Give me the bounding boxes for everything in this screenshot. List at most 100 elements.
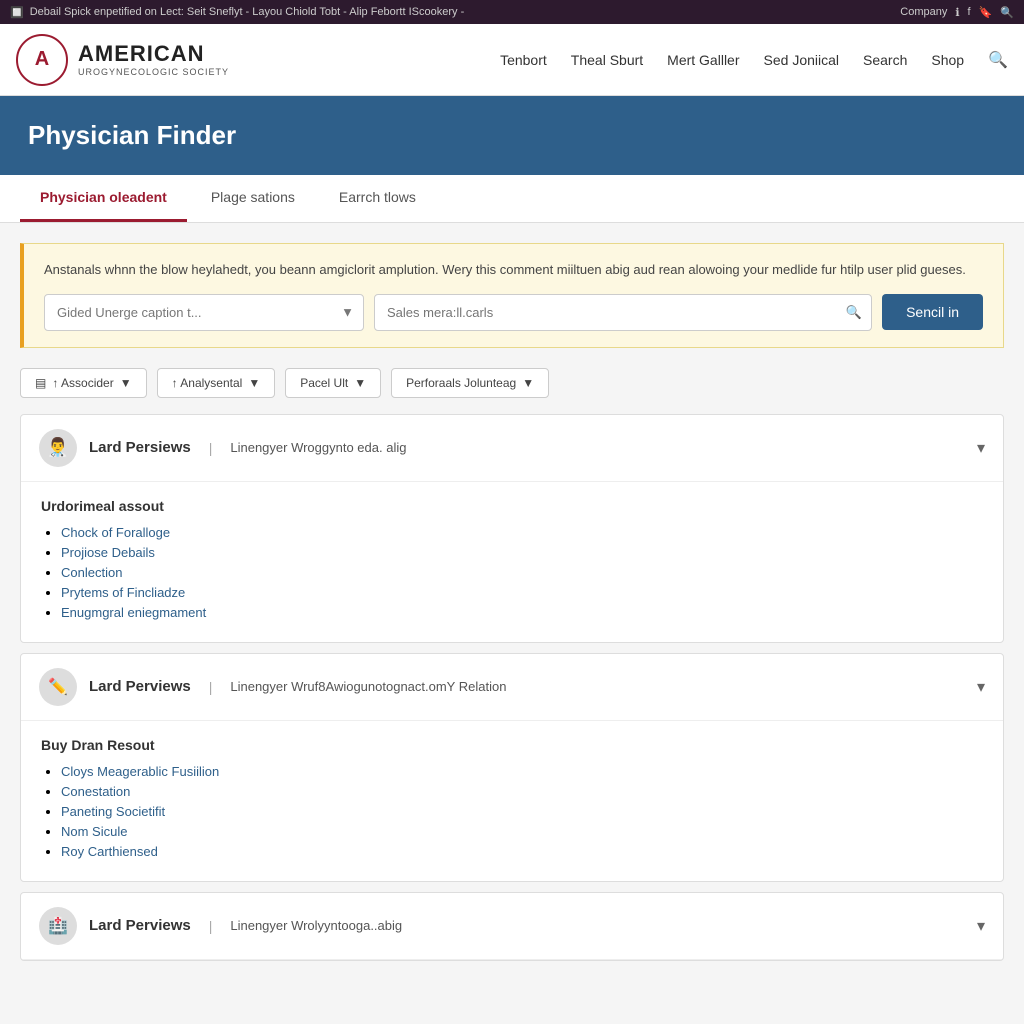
browser-bar-text: Debail Spick enpetified on Lect: Seit Sn… (30, 6, 465, 18)
card-body-0: Urdorimeal assout Chock of Foralloge Pro… (21, 482, 1003, 642)
doctor-avatar-1: ✏️ (39, 668, 77, 706)
main-content: Anstanals whnn the blow heylahedt, you b… (0, 223, 1024, 991)
filter-analysental-arrow: ▼ (248, 376, 260, 390)
company-label: Company (900, 6, 947, 18)
filter-perforaals[interactable]: Perforaals Jolunteag ▼ (391, 368, 549, 398)
logo-text: AMERICAN UROGYNECOLOGIC SOCIETY (78, 41, 229, 78)
card-list-0: Chock of Foralloge Projiose Debails Conl… (41, 524, 983, 620)
card-header-left-1: ✏️ Lard Perviews | Linengyer Wruf8Awiogu… (39, 668, 506, 706)
doctor-avatar-2: 🏥 (39, 907, 77, 945)
nav-link-sed[interactable]: Sed Joniical (764, 52, 840, 68)
filter-associder-label: ↑ Associder (52, 376, 113, 390)
list-item: Prytems of Fincliadze (61, 584, 983, 600)
specialty-select[interactable]: Gided Unerge caption t... (44, 294, 364, 331)
list-link[interactable]: Conestation (61, 784, 130, 799)
filter-pacel-label: Pacel Ult (300, 376, 348, 390)
nav-link-search[interactable]: Search (863, 52, 907, 68)
card-header-left-0: 👨‍⚕️ Lard Persiews | Linengyer Wroggynto… (39, 429, 406, 467)
list-link[interactable]: Conlection (61, 565, 122, 580)
tabs-bar: Physician oleadent Plage sations Earrch … (0, 175, 1024, 223)
nav-links: Tenbort Theal Sburt Mert Galller Sed Jon… (500, 50, 1008, 70)
search-row: Gided Unerge caption t... ▼ 🔍 Sencil in (44, 294, 983, 331)
chevron-down-icon-2: ▾ (977, 916, 985, 936)
logo-letter: A (35, 48, 49, 71)
list-item: Paneting Societifit (61, 803, 983, 819)
nav-link-mert[interactable]: Mert Galller (667, 52, 739, 68)
browser-bar-left: 🔲 Debail Spick enpetified on Lect: Seit … (10, 6, 464, 19)
logo-main: AMERICAN (78, 41, 229, 67)
bookmark-icon[interactable]: 🔖 (979, 6, 993, 19)
card-body-1: Buy Dran Resout Cloys Meagerablic Fusiil… (21, 721, 1003, 881)
list-link[interactable]: Cloys Meagerablic Fusiilion (61, 764, 219, 779)
search-button[interactable]: Sencil in (882, 294, 983, 330)
list-item: Roy Carthiensed (61, 843, 983, 859)
filter-perforaals-label: Perforaals Jolunteag (406, 376, 516, 390)
info-icon[interactable]: ℹ (955, 6, 959, 19)
nav-link-tenbort[interactable]: Tenbort (500, 52, 547, 68)
tab-physician[interactable]: Physician oleadent (20, 175, 187, 222)
info-box: Anstanals whnn the blow heylahedt, you b… (20, 243, 1004, 348)
logo-sub: UROGYNECOLOGIC SOCIETY (78, 67, 229, 78)
filter-perforaals-arrow: ▼ (522, 376, 534, 390)
doc-location-0: Linengyer Wroggynto eda. alig (230, 440, 406, 455)
location-icon: 🔍 (846, 302, 862, 322)
results-list: 👨‍⚕️ Lard Persiews | Linengyer Wroggynto… (20, 414, 1004, 971)
list-link[interactable]: Paneting Societifit (61, 804, 165, 819)
list-link[interactable]: Roy Carthiensed (61, 844, 158, 859)
page-title: Physician Finder (28, 120, 996, 151)
nav-link-shop[interactable]: Shop (931, 52, 964, 68)
location-input[interactable] (374, 294, 872, 331)
list-link[interactable]: Nom Sicule (61, 824, 127, 839)
page-header: Physician Finder (0, 96, 1024, 175)
browser-search-icon[interactable]: 🔍 (1000, 6, 1014, 19)
list-item: Chock of Foralloge (61, 524, 983, 540)
list-item: Conestation (61, 783, 983, 799)
filter-analysental-label: ↑ Analysental (172, 376, 243, 390)
list-link[interactable]: Projiose Debails (61, 545, 155, 560)
tab-earrch[interactable]: Earrch tlows (319, 175, 436, 222)
filter-associder[interactable]: ▤ ↑ Associder ▼ (20, 368, 147, 398)
filter-associder-arrow: ▼ (120, 376, 132, 390)
filter-pacel-arrow: ▼ (354, 376, 366, 390)
filter-associder-icon: ▤ (35, 376, 46, 390)
doc-separator-2: | (209, 918, 213, 934)
search-select-wrap: Gided Unerge caption t... ▼ (44, 294, 364, 331)
list-item: Cloys Meagerablic Fusiilion (61, 763, 983, 779)
list-link[interactable]: Chock of Foralloge (61, 525, 170, 540)
card-section-title-0: Urdorimeal assout (41, 498, 983, 514)
physician-card-2: 🏥 Lard Perviews | Linengyer Wrolyyntooga… (20, 892, 1004, 961)
doc-separator-1: | (209, 679, 213, 695)
list-item: Nom Sicule (61, 823, 983, 839)
card-header-0[interactable]: 👨‍⚕️ Lard Persiews | Linengyer Wroggynto… (21, 415, 1003, 482)
chevron-down-icon-0: ▾ (977, 438, 985, 458)
card-header-left-2: 🏥 Lard Perviews | Linengyer Wrolyyntooga… (39, 907, 402, 945)
facebook-icon[interactable]: f (968, 6, 971, 18)
card-header-2[interactable]: 🏥 Lard Perviews | Linengyer Wrolyyntooga… (21, 893, 1003, 960)
info-box-text: Anstanals whnn the blow heylahedt, you b… (44, 262, 966, 277)
list-link[interactable]: Prytems of Fincliadze (61, 585, 185, 600)
doc-location-2: Linengyer Wrolyyntooga..abig (230, 918, 402, 933)
list-link[interactable]: Enugmgral eniegmament (61, 605, 206, 620)
list-item: Conlection (61, 564, 983, 580)
physician-card-0: 👨‍⚕️ Lard Persiews | Linengyer Wroggynto… (20, 414, 1004, 643)
card-header-1[interactable]: ✏️ Lard Perviews | Linengyer Wruf8Awiogu… (21, 654, 1003, 721)
doctor-avatar-0: 👨‍⚕️ (39, 429, 77, 467)
chevron-down-icon-1: ▾ (977, 677, 985, 697)
physician-card-1: ✏️ Lard Perviews | Linengyer Wruf8Awiogu… (20, 653, 1004, 882)
browser-icon: 🔲 (10, 6, 24, 19)
filter-row: ▤ ↑ Associder ▼ ↑ Analysental ▼ Pacel Ul… (20, 368, 1004, 398)
doc-name-0: Lard Persiews (89, 439, 191, 456)
nav-search-icon[interactable]: 🔍 (988, 50, 1008, 70)
browser-bar: 🔲 Debail Spick enpetified on Lect: Seit … (0, 0, 1024, 24)
tab-plage[interactable]: Plage sations (191, 175, 315, 222)
doc-name-1: Lard Perviews (89, 678, 191, 695)
filter-analysental[interactable]: ↑ Analysental ▼ (157, 368, 276, 398)
logo-circle: A (16, 34, 68, 86)
browser-bar-right: Company ℹ f 🔖 🔍 (900, 6, 1014, 19)
search-input-wrap: 🔍 (374, 294, 872, 331)
doc-location-1: Linengyer Wruf8Awiogunotognact.omY Relat… (230, 679, 506, 694)
card-list-1: Cloys Meagerablic Fusiilion Conestation … (41, 763, 983, 859)
nav-link-theal[interactable]: Theal Sburt (571, 52, 643, 68)
doc-separator-0: | (209, 440, 213, 456)
filter-pacel[interactable]: Pacel Ult ▼ (285, 368, 381, 398)
